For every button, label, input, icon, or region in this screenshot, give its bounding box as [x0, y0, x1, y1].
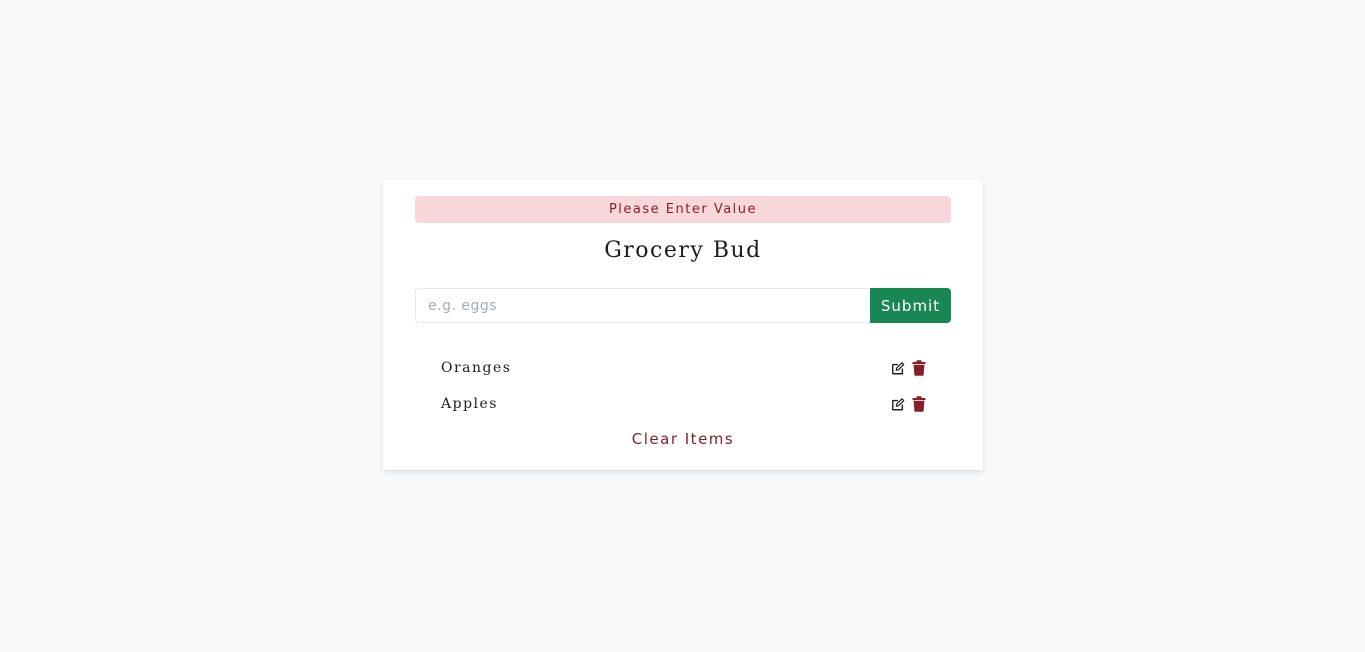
item-name: Oranges: [441, 360, 512, 376]
alert-text: Please Enter Value: [608, 202, 758, 217]
grocery-card: Please Enter Value Grocery Bud Submit Or…: [383, 180, 983, 470]
trash-icon[interactable]: [912, 396, 926, 412]
submit-button[interactable]: Submit: [870, 288, 951, 323]
grocery-list: Oranges Apples: [441, 356, 926, 428]
list-item: Oranges: [441, 356, 926, 380]
item-name: Apples: [441, 396, 498, 412]
clear-items-button[interactable]: Clear Items: [383, 430, 983, 448]
list-item: Apples: [441, 392, 926, 416]
item-actions: [891, 396, 926, 412]
grocery-form: Submit: [415, 288, 951, 323]
grocery-input[interactable]: [415, 288, 870, 323]
alert-message: Please Enter Value: [415, 196, 951, 223]
edit-icon[interactable]: [891, 360, 905, 376]
trash-icon[interactable]: [912, 360, 926, 376]
edit-icon[interactable]: [891, 396, 905, 412]
page-title: Grocery Bud: [604, 238, 762, 263]
item-actions: [891, 360, 926, 376]
